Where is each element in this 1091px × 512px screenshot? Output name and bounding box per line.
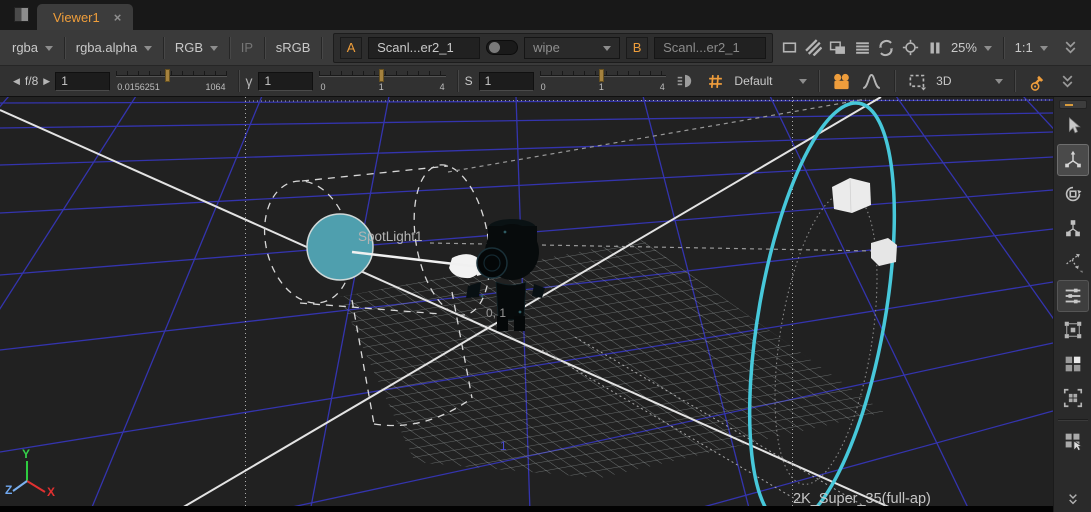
layer-dropdown[interactable]: rgba.alpha bbox=[72, 40, 156, 55]
chevron-down-icon bbox=[144, 46, 152, 55]
3d-viewport[interactable]: SpotLight1 bbox=[0, 97, 1053, 506]
saturation-input[interactable]: 1 bbox=[479, 72, 534, 91]
gamma-label: γ bbox=[245, 73, 252, 89]
viewer-lut-label[interactable]: sRGB bbox=[272, 40, 315, 55]
origin-grid-label: 0, 1 bbox=[486, 306, 506, 320]
spotlight-source[interactable] bbox=[307, 214, 373, 280]
saturation-slider[interactable]: 04 1 bbox=[540, 69, 666, 95]
quad-view-icon bbox=[1062, 353, 1084, 375]
next-fstop-arrow-icon[interactable]: ▶ bbox=[38, 76, 55, 87]
translate-icon bbox=[1062, 149, 1084, 171]
roi-icon[interactable] bbox=[905, 69, 929, 93]
fstop-label: f/8 bbox=[25, 74, 38, 88]
saturation-label: S bbox=[465, 74, 473, 88]
fine-grid bbox=[310, 225, 910, 495]
bracket-view-icon bbox=[1062, 387, 1084, 409]
skew-tool-button[interactable] bbox=[1057, 246, 1089, 278]
viewer-toolbar-bottom: ◀ f/8 ▶ 1 0.01562511064 γ 1 04 1 S 1 bbox=[0, 66, 1091, 97]
gain-slider[interactable]: 0.01562511064 bbox=[116, 69, 226, 95]
tab-title: Viewer1 bbox=[53, 10, 100, 25]
input-b-select[interactable]: Scanl...er2_1 bbox=[654, 37, 766, 59]
gamma-input[interactable]: 1 bbox=[258, 72, 313, 91]
wipe-mode-dropdown[interactable]: wipe bbox=[524, 37, 620, 59]
frame-all-icon bbox=[1062, 319, 1084, 341]
zoom-level-dropdown[interactable]: 25% bbox=[947, 40, 996, 55]
tab-close-icon[interactable]: × bbox=[114, 10, 122, 25]
rotate-tool-button[interactable] bbox=[1057, 178, 1089, 210]
full-frame-icon[interactable] bbox=[780, 36, 798, 60]
unit-grid-label: 1 bbox=[500, 439, 507, 453]
axis-z-label: Z bbox=[5, 483, 12, 497]
layout-quad-button[interactable] bbox=[1057, 348, 1089, 380]
3d-scene: SpotLight1 bbox=[0, 97, 1053, 506]
collapse-chevrons-icon[interactable] bbox=[1056, 69, 1080, 93]
rotate-icon bbox=[1062, 183, 1084, 205]
chevron-down-icon bbox=[995, 79, 1003, 88]
field-lines-icon[interactable] bbox=[853, 36, 871, 60]
cursor-icon bbox=[1062, 115, 1084, 137]
nuke-viewer-window: Viewer1 × rgba rgba.alpha RGB IP sRGB A … bbox=[0, 0, 1091, 512]
viewer-side-toolbar bbox=[1053, 97, 1091, 512]
axis-y-label: Y bbox=[22, 447, 30, 461]
tab-viewer1[interactable]: Viewer1 × bbox=[37, 4, 133, 30]
spotlight-far-circle[interactable] bbox=[723, 97, 921, 506]
display-channels-dropdown[interactable]: RGB bbox=[171, 40, 222, 55]
sliders-icon bbox=[1062, 285, 1084, 307]
wipe-toggle[interactable] bbox=[486, 40, 518, 55]
sidebar-collapse-chevrons-icon[interactable] bbox=[1057, 489, 1089, 511]
panel-layout-icon[interactable] bbox=[14, 7, 29, 22]
proxy-ratio-dropdown[interactable]: 1:1 bbox=[1011, 40, 1052, 55]
input-a-select[interactable]: Scanl...er2_1 bbox=[368, 37, 480, 59]
pause-icon[interactable] bbox=[926, 36, 944, 60]
ab-input-group: A Scanl...er2_1 wipe B Scanl...er2_1 bbox=[333, 33, 773, 63]
overlay-icon[interactable] bbox=[829, 36, 847, 60]
spotlight-label: SpotLight1 bbox=[358, 229, 423, 244]
gamma-slider[interactable]: 04 1 bbox=[319, 69, 445, 95]
axis-x-label: X bbox=[47, 485, 55, 499]
chevron-down-icon bbox=[1040, 46, 1048, 55]
viewer-toolbar-top: rgba rgba.alpha RGB IP sRGB A Scanl...er… bbox=[0, 30, 1091, 66]
chevron-down-icon bbox=[984, 46, 992, 55]
format-label: 2K_Super_35(full-ap) bbox=[793, 491, 931, 506]
chevron-down-icon bbox=[799, 79, 807, 88]
headlamp-icon[interactable] bbox=[673, 69, 697, 93]
layout-cursor-button[interactable] bbox=[1057, 425, 1089, 457]
saturation-slider-handle[interactable] bbox=[599, 69, 604, 82]
update-icon[interactable] bbox=[877, 36, 895, 60]
chevron-down-icon bbox=[210, 46, 218, 55]
gain-slider-handle[interactable] bbox=[165, 69, 170, 82]
camera-icon[interactable] bbox=[829, 69, 853, 93]
adjust-sliders-button[interactable] bbox=[1057, 280, 1089, 312]
input-process-button[interactable]: IP bbox=[237, 40, 257, 55]
color-sample-icon[interactable] bbox=[1025, 69, 1049, 93]
scale-icon bbox=[1062, 217, 1084, 239]
layout-bracket-button[interactable] bbox=[1057, 382, 1089, 414]
channels-dropdown[interactable]: rgba bbox=[8, 40, 57, 55]
collapse-chevrons-icon[interactable] bbox=[1062, 36, 1080, 60]
tab-bar: Viewer1 × bbox=[0, 0, 1091, 30]
input-b-label: B bbox=[626, 37, 648, 59]
chevron-down-icon bbox=[603, 46, 611, 55]
viewport-bottom-edge bbox=[0, 506, 1053, 512]
frame-all-button[interactable] bbox=[1057, 314, 1089, 346]
view-mode-dropdown[interactable]: 3D bbox=[932, 74, 1007, 88]
gain-input[interactable]: 1 bbox=[55, 72, 110, 91]
prev-fstop-arrow-icon[interactable]: ◀ bbox=[8, 76, 25, 87]
light-direction-arrow bbox=[352, 252, 498, 278]
select-tool-button[interactable] bbox=[1057, 110, 1089, 142]
proxy-stripes-icon[interactable] bbox=[804, 36, 822, 60]
wireframe-grid-icon[interactable] bbox=[703, 69, 727, 93]
chevron-down-icon bbox=[45, 46, 53, 55]
safe-zones-icon[interactable] bbox=[901, 36, 919, 60]
input-a-label: A bbox=[340, 37, 362, 59]
gaussian-curve-icon[interactable] bbox=[860, 69, 884, 93]
interaction-mode-dropdown[interactable]: Default bbox=[730, 74, 811, 88]
grid-cursor-icon bbox=[1062, 430, 1084, 452]
scale-tool-button[interactable] bbox=[1057, 212, 1089, 244]
side-toolbar-handle[interactable] bbox=[1059, 100, 1087, 109]
axis-orientation-widget bbox=[13, 461, 45, 492]
translate-tool-button[interactable] bbox=[1057, 144, 1089, 176]
gamma-slider-handle[interactable] bbox=[379, 69, 384, 82]
skew-icon bbox=[1062, 251, 1084, 273]
